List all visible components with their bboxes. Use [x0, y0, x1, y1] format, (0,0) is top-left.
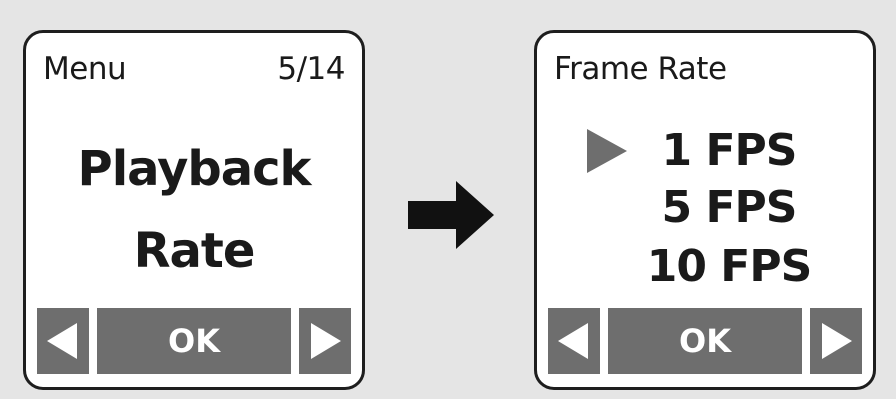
ok-button-label: OK	[679, 322, 731, 360]
menu-item-label-line1: Playback	[77, 141, 312, 197]
frame-rate-screen: Frame Rate 1 FPS 5 FPS 10 FPS OK	[534, 30, 876, 390]
right-arrow-icon	[408, 181, 494, 249]
ok-button[interactable]: OK	[97, 308, 291, 374]
left-triangle-icon	[47, 323, 77, 359]
option-5fps[interactable]: 5 FPS	[537, 180, 873, 236]
option-1fps[interactable]: 1 FPS	[537, 123, 873, 179]
frame-rate-header: Frame Rate	[554, 49, 856, 89]
softkey-bar: OK	[548, 308, 862, 374]
menu-header: Menu 5/14	[43, 49, 345, 89]
next-button[interactable]	[299, 308, 351, 374]
menu-item-label-line2: Rate	[133, 223, 256, 279]
ok-button[interactable]: OK	[608, 308, 802, 374]
right-triangle-icon	[311, 323, 341, 359]
previous-button[interactable]	[37, 308, 89, 374]
option-label: 5 FPS	[661, 182, 798, 233]
frame-rate-title: Frame Rate	[554, 51, 727, 87]
menu-page-counter: 5/14	[277, 51, 345, 87]
menu-title: Menu	[43, 51, 127, 87]
ok-button-label: OK	[168, 322, 220, 360]
menu-screen: Menu 5/14 Playback Rate OK	[23, 30, 365, 390]
softkey-bar: OK	[37, 308, 351, 374]
option-label: 1 FPS	[661, 125, 798, 176]
right-triangle-icon	[822, 323, 852, 359]
option-label: 10 FPS	[646, 241, 813, 292]
next-button[interactable]	[810, 308, 862, 374]
option-10fps[interactable]: 10 FPS	[537, 239, 873, 295]
previous-button[interactable]	[548, 308, 600, 374]
device-ui-illustration: Menu 5/14 Playback Rate OK Frame Rate 1 …	[0, 0, 896, 399]
left-triangle-icon	[558, 323, 588, 359]
